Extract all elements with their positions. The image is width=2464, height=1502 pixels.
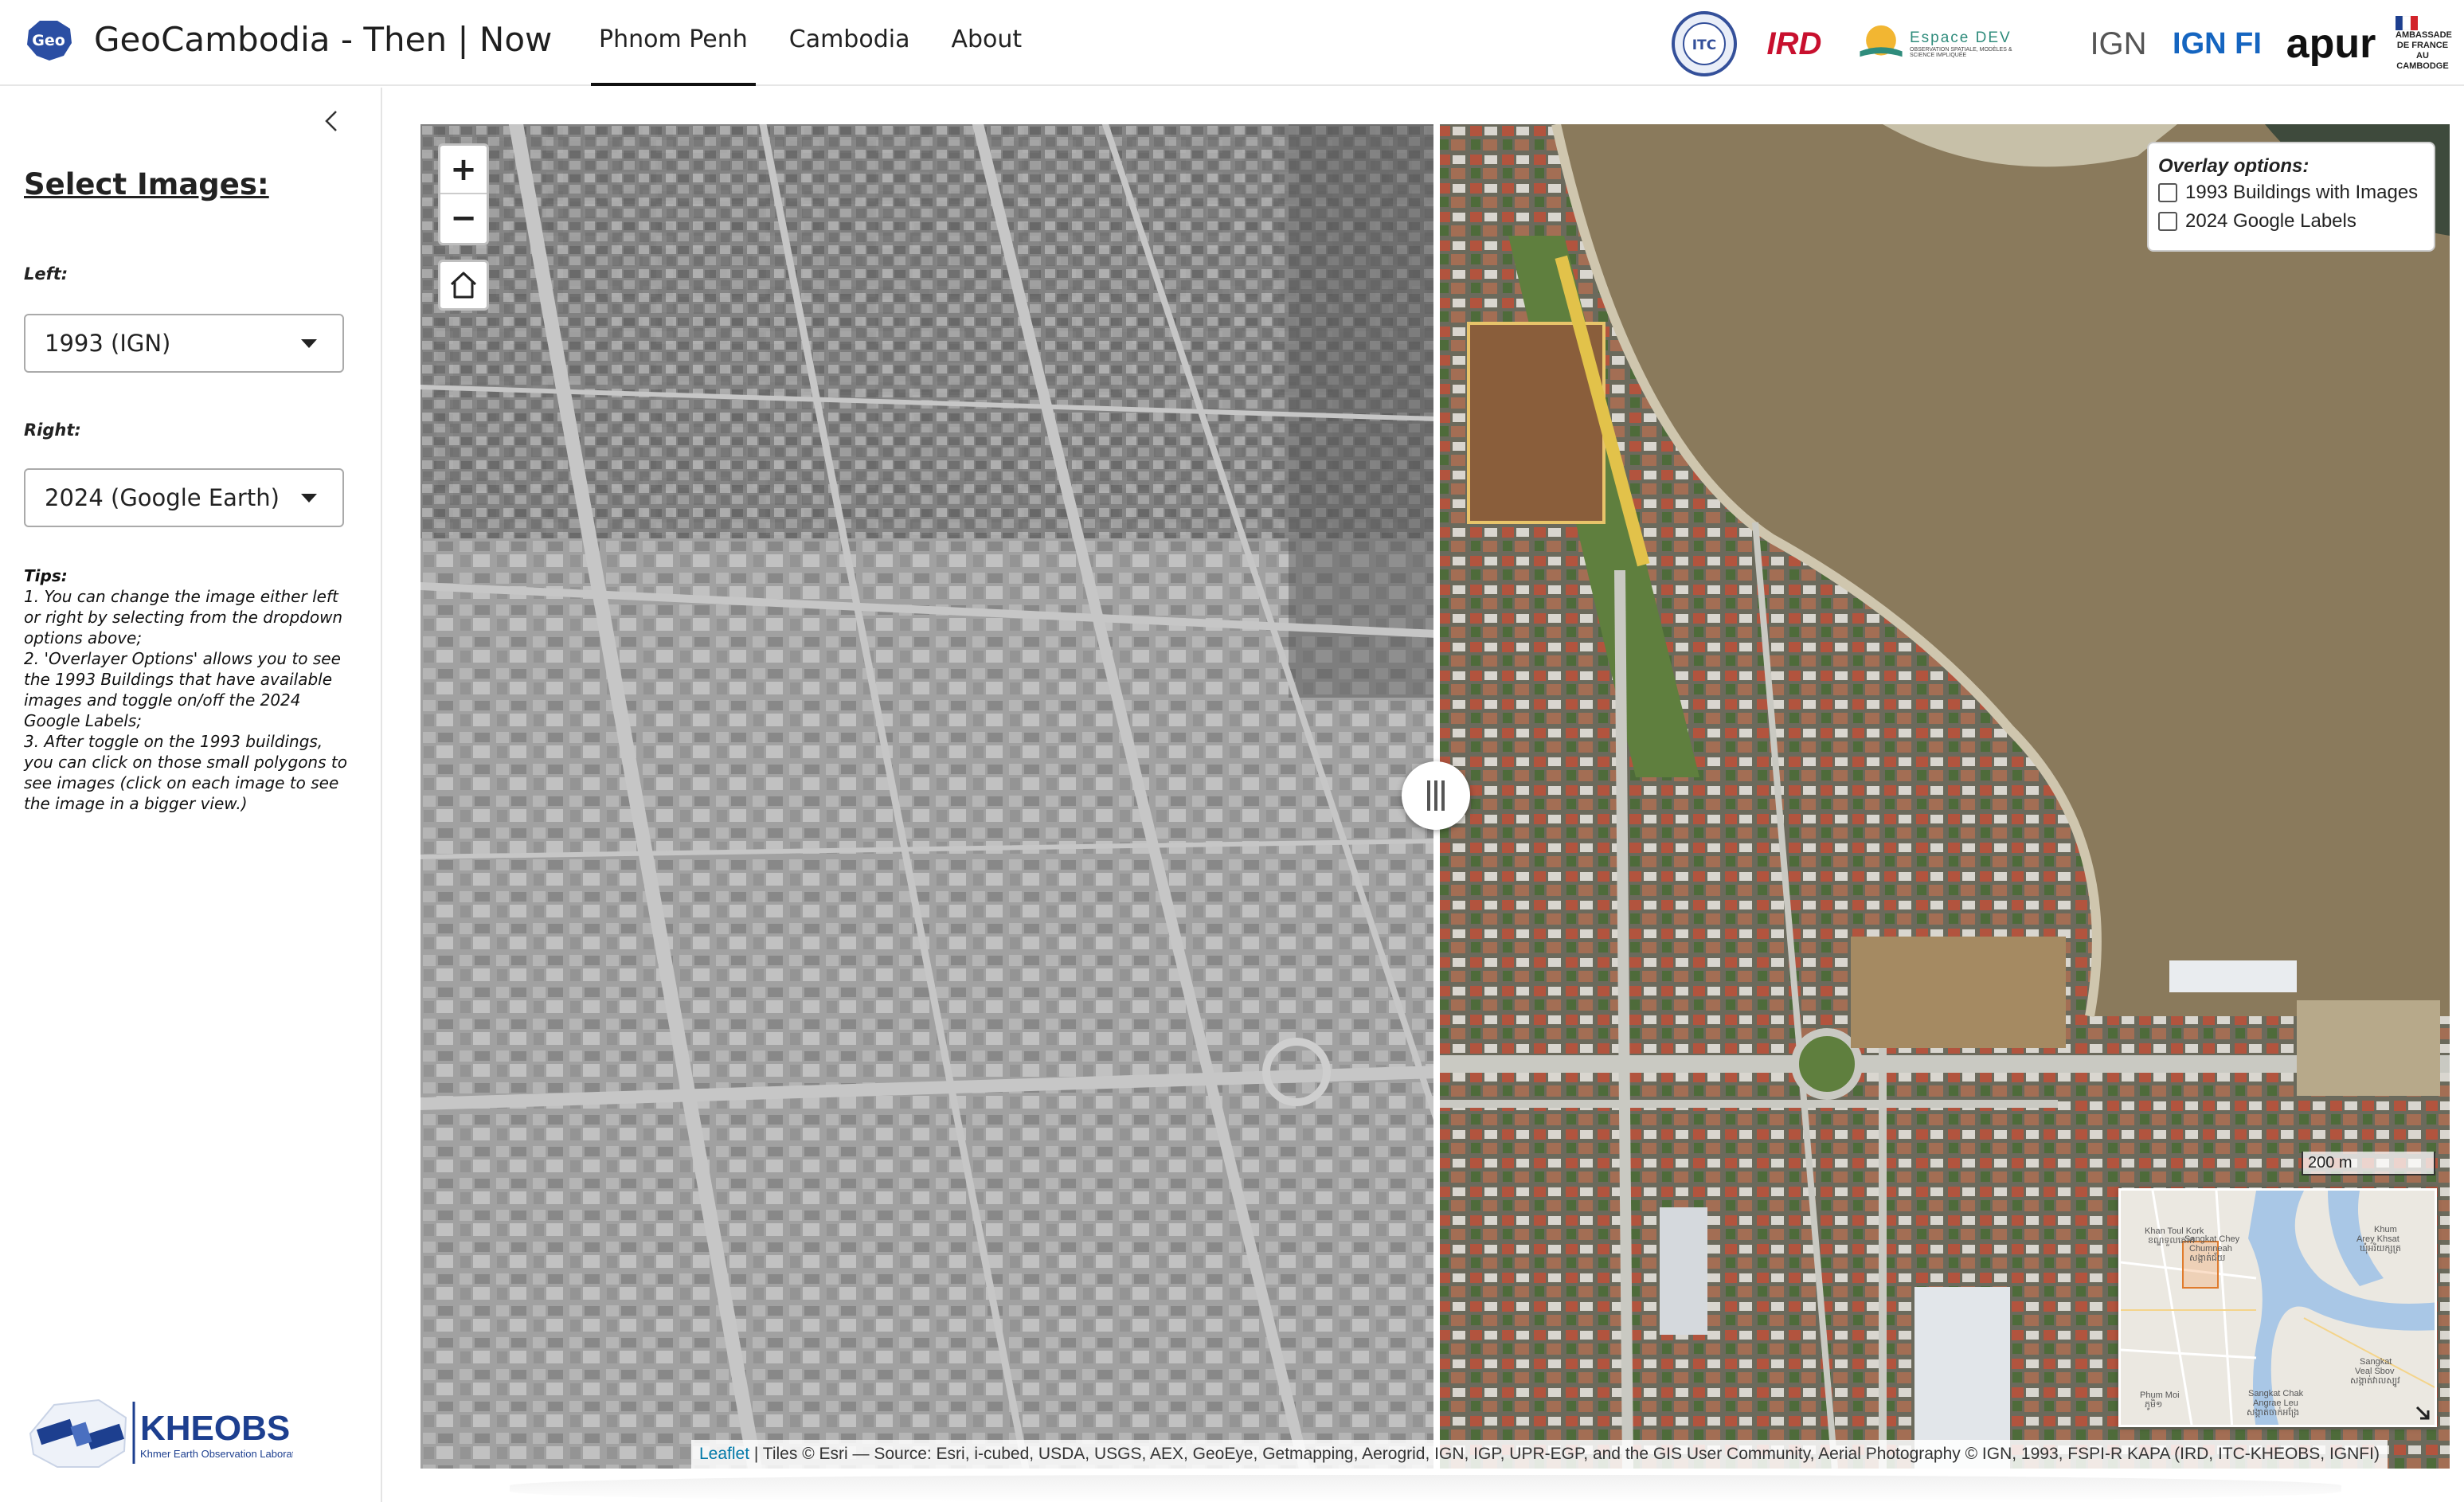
tips-block: Tips: 1. You can change the image either… bbox=[24, 565, 350, 814]
attribution-text: | Tiles © Esri — Source: Esri, i-cubed, … bbox=[749, 1445, 2380, 1463]
svg-text:Khum: Khum bbox=[2374, 1225, 2397, 1234]
app-title[interactable]: GeoCambodia - Then | Now bbox=[94, 18, 552, 62]
tips-heading: Tips: bbox=[24, 566, 68, 585]
home-button[interactable] bbox=[438, 260, 489, 311]
map-container[interactable]: + − Overlay options: 1993 Buildings with… bbox=[420, 124, 2450, 1469]
swipe-handle[interactable] bbox=[1402, 761, 1470, 830]
main-nav: Phnom Penh Cambodia About bbox=[591, 0, 1055, 86]
overlay-option-label: 1993 Buildings with Images bbox=[2185, 182, 2419, 203]
top-navbar: Geo GeoCambodia - Then | Now Phnom Penh … bbox=[0, 0, 2464, 86]
ign-fi-logo: IGN FI bbox=[2173, 26, 2262, 61]
svg-text:ឃុំអរិយក្សត្រ: ឃុំអរិយក្សត្រ bbox=[2360, 1242, 2401, 1254]
svg-text:Sangkat Chak: Sangkat Chak bbox=[2248, 1389, 2304, 1398]
kheobs-logo: KHEOBS Khmer Earth Observation Laborator… bbox=[22, 1378, 310, 1481]
tip-item: 2. 'Overlayer Options' allows you to see… bbox=[24, 649, 341, 730]
svg-text:Angrae Leu: Angrae Leu bbox=[2253, 1398, 2298, 1408]
svg-text:Chumneah: Chumneah bbox=[2189, 1244, 2232, 1254]
svg-text:Veal Sbov: Veal Sbov bbox=[2355, 1367, 2395, 1376]
grip-line-icon bbox=[1434, 780, 1437, 811]
espace-dev-logo: Espace DEV OBSERVATION SPATIALE, MODÈLES… bbox=[1857, 6, 2021, 81]
left-select-value: 1993 (IGN) bbox=[45, 330, 171, 357]
svg-text:Arey Khsat: Arey Khsat bbox=[2356, 1234, 2399, 1244]
sidebar-title: Select Images: bbox=[24, 167, 269, 201]
grip-line-icon bbox=[1427, 780, 1430, 811]
svg-text:ភូមិ១: ភូមិ១ bbox=[2145, 1398, 2162, 1410]
overlay-options-panel: Overlay options: 1993 Buildings with Ima… bbox=[2147, 142, 2435, 252]
overlay-option-1993-buildings[interactable]: 1993 Buildings with Images bbox=[2158, 178, 2424, 207]
svg-text:សង្កាត់ជ័យ: សង្កាត់ជ័យ bbox=[2189, 1252, 2225, 1263]
tip-item: 3. After toggle on the 1993 buildings, y… bbox=[24, 732, 347, 813]
geocambodia-logo-icon[interactable]: Geo bbox=[22, 16, 75, 64]
apur-logo: apur bbox=[2286, 21, 2376, 67]
tab-about[interactable]: About bbox=[943, 0, 1030, 86]
overlay-option-2024-labels[interactable]: 2024 Google Labels bbox=[2158, 207, 2424, 236]
ird-logo: IRD bbox=[1766, 25, 1822, 61]
zoom-out-button[interactable]: − bbox=[440, 194, 487, 243]
ign-logo: IGN bbox=[2090, 25, 2147, 61]
itc-seal-icon: ITC bbox=[1672, 11, 1737, 76]
minimap[interactable]: Khan Toul Kork ខណ្ឌទួលគោក Sangkat Chey C… bbox=[2118, 1188, 2437, 1427]
tab-cambodia[interactable]: Cambodia bbox=[781, 0, 918, 86]
svg-text:Khmer Earth Observation Labora: Khmer Earth Observation Laboratory bbox=[140, 1448, 293, 1460]
left-image-select[interactable]: 1993 (IGN) bbox=[24, 314, 344, 373]
ambassade-logo: AMBASSADE DE FRANCE AU CAMBODGE bbox=[2396, 6, 2452, 81]
svg-text:សង្កាត់វាលស្បូវ: សង្កាត់វាលស្បូវ bbox=[2350, 1375, 2400, 1387]
map-left-1993-imagery[interactable] bbox=[420, 124, 1437, 1469]
svg-text:Phum Moi: Phum Moi bbox=[2140, 1391, 2180, 1400]
aerial-1993-image bbox=[420, 124, 1437, 1469]
french-flag-icon bbox=[2396, 16, 2418, 30]
left-select-label: Left: bbox=[24, 264, 68, 284]
svg-text:សង្កាត់ចាក់អង្រែ: សង្កាត់ចាក់អង្រែ bbox=[2247, 1406, 2299, 1418]
overlay-option-label: 2024 Google Labels bbox=[2185, 210, 2356, 232]
svg-text:Sangkat Chey: Sangkat Chey bbox=[2184, 1234, 2240, 1244]
tab-phnom-penh[interactable]: Phnom Penh bbox=[591, 0, 756, 86]
checkbox-1993-buildings[interactable] bbox=[2158, 183, 2177, 202]
grip-line-icon bbox=[1441, 780, 1445, 811]
chevron-down-icon bbox=[301, 494, 317, 503]
overlay-options-title: Overlay options: bbox=[2158, 155, 2310, 177]
svg-text:KHEOBS: KHEOBS bbox=[140, 1409, 290, 1448]
minimap-image: Khan Toul Kork ខណ្ឌទួលគោក Sangkat Chey C… bbox=[2121, 1191, 2435, 1425]
right-select-value: 2024 (Google Earth) bbox=[45, 484, 280, 511]
scale-bar: 200 m bbox=[2302, 1152, 2435, 1175]
svg-text:Sangkat: Sangkat bbox=[2360, 1357, 2392, 1367]
itc-logo: ITC bbox=[1669, 6, 1739, 81]
home-icon bbox=[450, 272, 477, 299]
map-attribution: Leaflet | Tiles © Esri — Source: Esri, i… bbox=[691, 1440, 2388, 1469]
svg-text:ITC: ITC bbox=[1692, 37, 1716, 53]
logo-text: Geo bbox=[32, 32, 65, 49]
espace-dev-sun-icon bbox=[1860, 25, 1903, 57]
checkbox-2024-labels[interactable] bbox=[2158, 212, 2177, 231]
kheobs-satellite-icon: KHEOBS Khmer Earth Observation Laborator… bbox=[29, 1398, 310, 1468]
partner-logos: ITC IRD Espace DEV OBSERVATION SPATIALE,… bbox=[1669, 6, 2452, 81]
zoom-control: + − bbox=[438, 143, 489, 245]
tip-item: 1. You can change the image either left … bbox=[24, 587, 343, 647]
page-bottom-shadow bbox=[510, 1475, 2341, 1502]
sidebar: Select Images: Left: 1993 (IGN) Right: 2… bbox=[0, 88, 382, 1502]
collapse-sidebar-chevron-icon[interactable] bbox=[319, 107, 347, 135]
right-image-select[interactable]: 2024 (Google Earth) bbox=[24, 468, 344, 527]
chevron-down-icon bbox=[301, 339, 317, 348]
zoom-in-button[interactable]: + bbox=[440, 146, 487, 194]
right-select-label: Right: bbox=[24, 420, 81, 440]
leaflet-link[interactable]: Leaflet bbox=[699, 1445, 749, 1463]
